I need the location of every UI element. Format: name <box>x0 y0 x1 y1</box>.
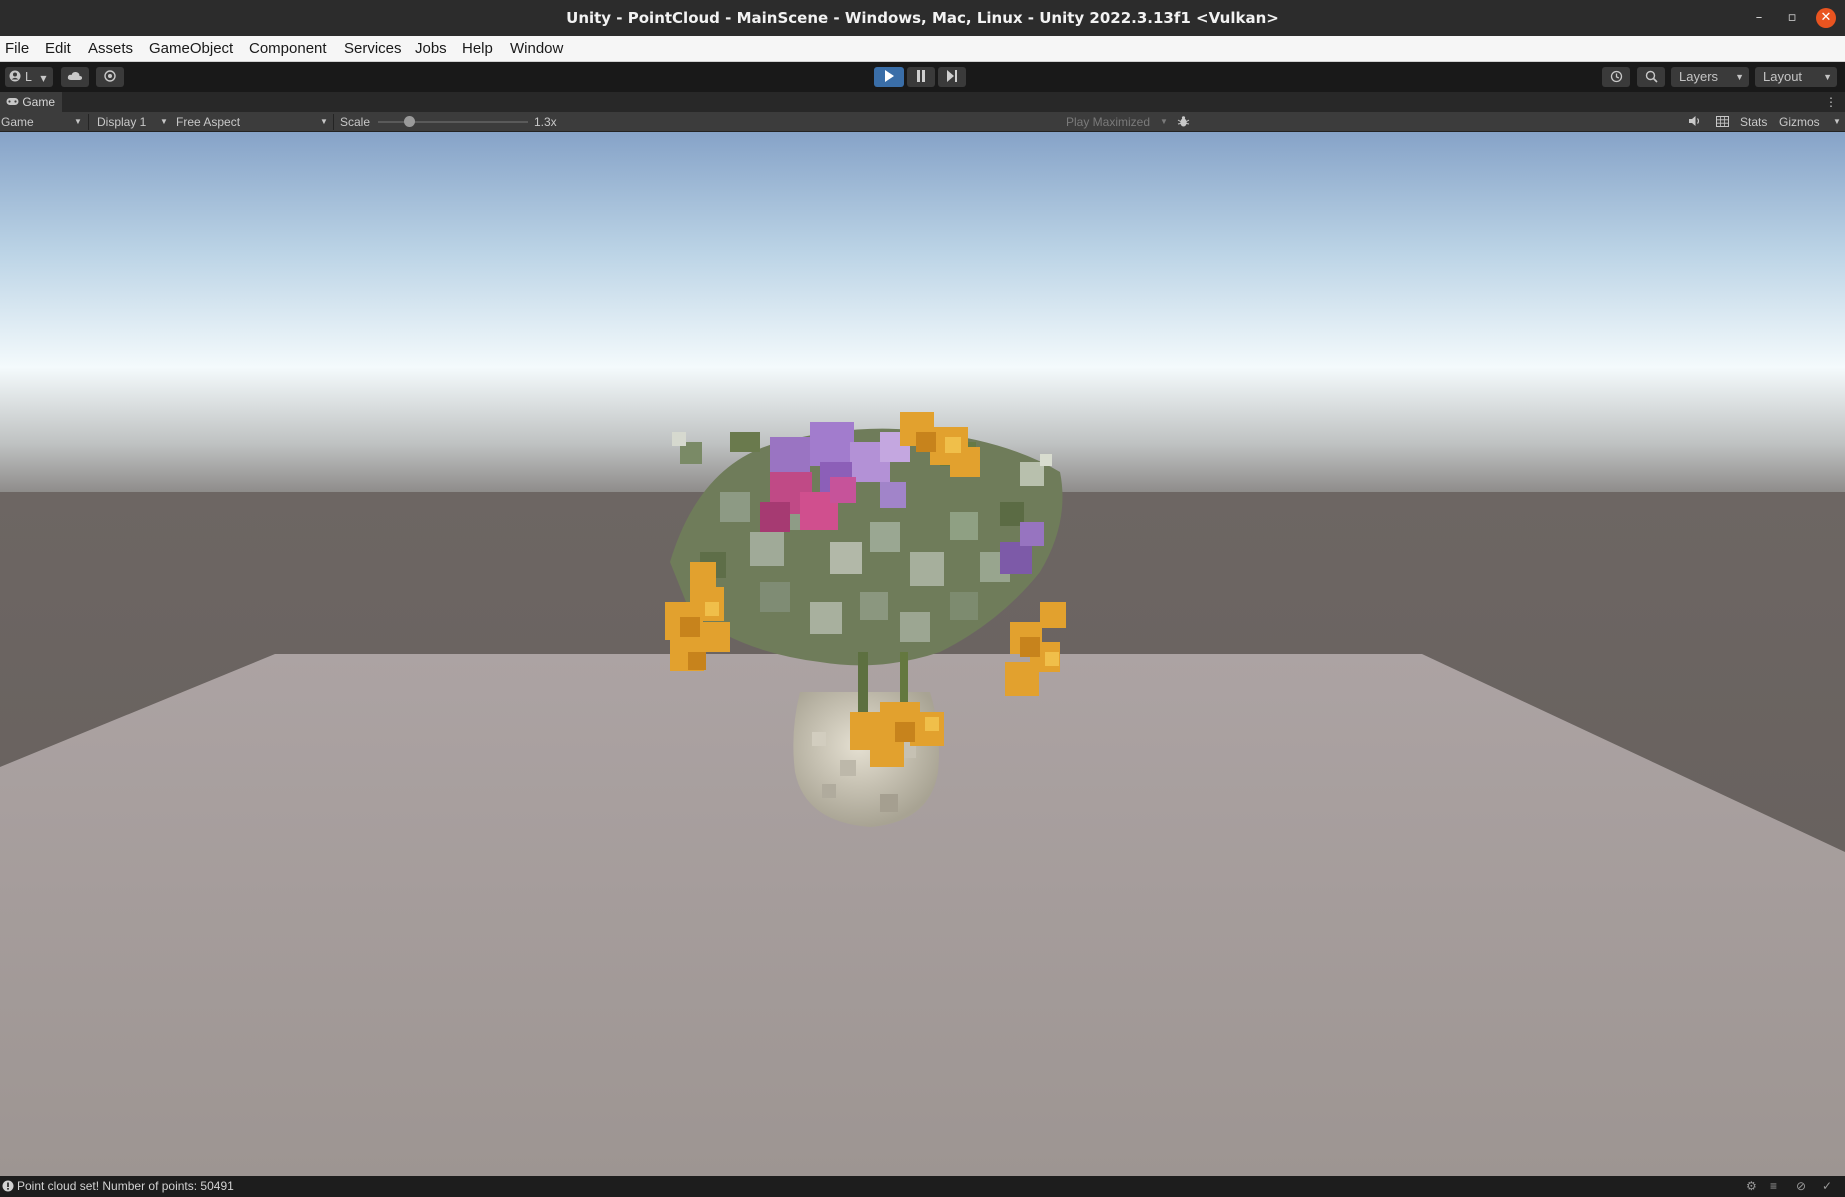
menu-services[interactable]: Services <box>344 36 402 62</box>
progress-check-icon[interactable]: ✓ <box>1822 1176 1832 1197</box>
gamepad-icon <box>6 98 19 105</box>
search-icon <box>1645 70 1658 83</box>
chevron-down-icon: ▼ <box>320 117 328 126</box>
mode-dropdown[interactable]: Game ▼ <box>1 112 85 132</box>
info-icon <box>2 1180 14 1192</box>
chevron-down-icon: ▼ <box>1833 117 1841 126</box>
chevron-down-icon: ▼ <box>1160 117 1168 126</box>
divider <box>88 114 89 130</box>
game-view-toolbar: Game ▼ Display 1 ▼ Free Aspect ▼ Scale 1… <box>0 112 1845 132</box>
tab-game[interactable]: Game <box>0 92 62 112</box>
bug-icon <box>1177 116 1190 127</box>
play-maximized-label: Play Maximized <box>1066 115 1151 129</box>
menu-bar: File Edit Assets GameObject Component Se… <box>0 36 1845 62</box>
play-maximized-dropdown[interactable]: Play Maximized ▼ <box>1066 112 1170 132</box>
audio-icon <box>1689 116 1700 126</box>
aspect-label: Free Aspect <box>176 115 241 129</box>
chevron-down-icon: ▼ <box>160 117 168 126</box>
play-button[interactable] <box>874 67 904 87</box>
display-label: Display 1 <box>97 115 147 129</box>
aspect-dropdown[interactable]: Free Aspect ▼ <box>176 112 330 132</box>
network-icon[interactable]: ⊘ <box>1796 1176 1806 1197</box>
cache-server-icon[interactable]: ≡ <box>1770 1176 1777 1197</box>
gizmos-label: Gizmos <box>1779 115 1820 129</box>
scale-slider[interactable] <box>378 116 528 127</box>
close-button[interactable]: ✕ <box>1816 8 1836 28</box>
kebab-menu-icon[interactable]: ⋮ <box>1825 94 1837 110</box>
menu-assets[interactable]: Assets <box>88 36 133 62</box>
cloud-icon <box>67 71 83 80</box>
history-button[interactable] <box>1602 67 1630 87</box>
menu-file[interactable]: File <box>5 36 29 62</box>
chevron-down-icon: ▼ <box>1735 72 1744 82</box>
step-button[interactable] <box>938 67 966 87</box>
mode-label: Game <box>1 115 34 129</box>
pause-icon <box>917 70 925 82</box>
game-viewport[interactable] <box>0 132 1845 1176</box>
cloud-button[interactable] <box>61 67 89 87</box>
pause-button[interactable] <box>907 67 935 87</box>
status-bar: Point cloud set! Number of points: 50491… <box>0 1176 1845 1197</box>
menu-edit[interactable]: Edit <box>45 36 71 62</box>
scale-label: Scale <box>340 115 371 129</box>
maximize-button[interactable]: ▫ <box>1782 8 1802 28</box>
window-title: Unity - PointCloud - MainScene - Windows… <box>566 9 1279 27</box>
menu-component[interactable]: Component <box>249 36 327 62</box>
tab-header: Game ⋮ <box>0 92 1845 112</box>
menu-jobs[interactable]: Jobs <box>415 36 447 62</box>
play-icon <box>885 70 894 82</box>
layout-label: Layout <box>1763 69 1803 84</box>
history-icon <box>1610 70 1622 83</box>
collab-icon <box>104 70 116 82</box>
divider <box>333 114 334 130</box>
chevron-down-icon: ▼ <box>1823 72 1832 82</box>
stats-button[interactable]: Stats <box>1740 112 1767 132</box>
tab-game-label: Game <box>22 95 56 109</box>
minimize-button[interactable]: – <box>1749 8 1769 28</box>
step-icon <box>947 70 957 82</box>
display-dropdown[interactable]: Display 1 ▼ <box>97 112 171 132</box>
debug-mode-icon[interactable]: ⚙ <box>1746 1176 1757 1197</box>
grid-toggle-button[interactable] <box>1716 112 1732 132</box>
search-button[interactable] <box>1637 67 1665 87</box>
unity-account-icon <box>9 70 21 82</box>
chevron-down-icon: ▼ <box>40 74 47 83</box>
account-label: L <box>24 70 32 84</box>
rendered-scene <box>0 132 1845 1176</box>
mute-audio-button[interactable] <box>1688 112 1704 132</box>
menu-help[interactable]: Help <box>462 36 493 62</box>
layers-label: Layers <box>1679 69 1719 84</box>
bug-button[interactable] <box>1177 112 1193 132</box>
grid-icon <box>1716 116 1729 127</box>
layout-dropdown[interactable]: Layout ▼ <box>1755 67 1837 87</box>
menu-window[interactable]: Window <box>510 36 563 62</box>
main-toolbar: L ▼ Layers ▼ Layout ▼ <box>0 62 1845 92</box>
gizmos-dropdown[interactable]: Gizmos ▼ <box>1779 112 1845 132</box>
status-message[interactable]: Point cloud set! Number of points: 50491 <box>17 1176 234 1197</box>
scale-slider-thumb[interactable] <box>403 116 415 127</box>
collab-button[interactable] <box>96 67 124 87</box>
chevron-down-icon: ▼ <box>74 117 82 126</box>
title-bar: Unity - PointCloud - MainScene - Windows… <box>0 0 1845 36</box>
account-dropdown[interactable]: L ▼ <box>5 67 53 87</box>
layers-dropdown[interactable]: Layers ▼ <box>1671 67 1749 87</box>
menu-gameobject[interactable]: GameObject <box>149 36 233 62</box>
scale-value: 1.3x <box>534 115 557 129</box>
